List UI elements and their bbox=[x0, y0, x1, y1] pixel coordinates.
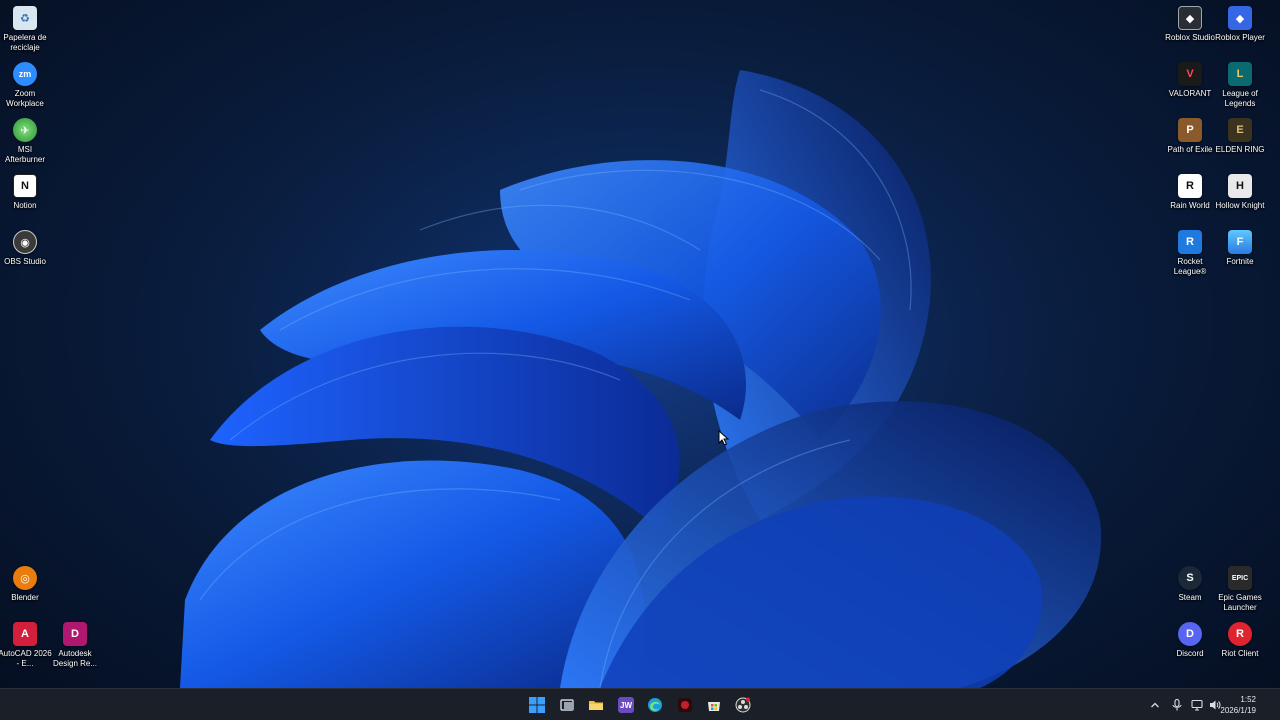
desktop-icon-riot-client[interactable]: R Riot Client bbox=[1212, 622, 1268, 659]
desktop-icon-autodesk-design-review[interactable]: D Autodesk Design Re... bbox=[47, 622, 103, 669]
desktop-icon-label: League of Legends bbox=[1222, 89, 1258, 108]
hollow-knight-icon: H bbox=[1228, 174, 1252, 198]
file-explorer-button[interactable] bbox=[584, 693, 608, 717]
desktop-icon-label: OBS Studio bbox=[4, 257, 46, 266]
fortnite-icon: F bbox=[1228, 230, 1252, 254]
desktop-icon-elden-ring[interactable]: E ELDEN RING bbox=[1212, 118, 1268, 155]
taskbar: JW 1:52 2026/1/19 bbox=[0, 688, 1280, 720]
desktop-icon-label: Rocket League® bbox=[1173, 257, 1207, 276]
start-button[interactable] bbox=[525, 693, 549, 717]
desktop-icon-valorant[interactable]: V VALORANT bbox=[1162, 62, 1218, 99]
desktop-icon-label: Rain World bbox=[1170, 201, 1210, 210]
desktop-icon-label: AutoCAD 2026 - E... bbox=[0, 649, 52, 668]
discord-icon: D bbox=[1178, 622, 1202, 646]
desktop-icon-label: Steam bbox=[1178, 593, 1202, 602]
record-icon bbox=[678, 698, 692, 712]
clock-time: 1:52 bbox=[1240, 695, 1256, 704]
desktop-icon-label: Hollow Knight bbox=[1215, 201, 1265, 210]
msi-afterburner-icon: ✈ bbox=[13, 118, 37, 142]
wallpaper bbox=[120, 0, 1160, 688]
epic-games-icon: EPIC bbox=[1228, 566, 1252, 590]
edge-icon bbox=[648, 698, 662, 712]
jw-app-button[interactable]: JW bbox=[614, 693, 638, 717]
edge-button[interactable] bbox=[643, 693, 667, 717]
desktop-icon-obs-studio[interactable]: ◉ OBS Studio bbox=[0, 230, 53, 267]
desktop-icon-label: Zoom Workplace bbox=[6, 89, 44, 108]
desktop-icon-msi-afterburner[interactable]: ✈ MSI Afterburner bbox=[0, 118, 53, 165]
recycle-bin-icon: ♻ bbox=[13, 6, 37, 30]
chevron-up-icon bbox=[1151, 702, 1159, 708]
tray-overflow-button[interactable] bbox=[1146, 689, 1164, 720]
desktop-icon-blender[interactable]: ◎ Blender bbox=[0, 566, 53, 603]
obs-icon: ◉ bbox=[13, 230, 37, 254]
desktop-icon-epic-games[interactable]: EPIC Epic Games Launcher bbox=[1212, 566, 1268, 613]
store-icon bbox=[708, 702, 720, 711]
desktop-icon-roblox-studio[interactable]: ◆ Roblox Studio bbox=[1162, 6, 1218, 43]
autocad-icon: A bbox=[13, 622, 37, 646]
path-of-exile-icon: P bbox=[1178, 118, 1202, 142]
roblox-player-icon: ◆ bbox=[1228, 6, 1252, 30]
desktop-icon-rain-world[interactable]: R Rain World bbox=[1162, 174, 1218, 211]
desktop-icon-label: Discord bbox=[1176, 649, 1204, 658]
store-button[interactable] bbox=[702, 693, 726, 717]
league-of-legends-icon: L bbox=[1228, 62, 1252, 86]
desktop-icon-label: Blender bbox=[11, 593, 39, 602]
desktop-icon-league-of-legends[interactable]: L League of Legends bbox=[1212, 62, 1268, 109]
task-view-icon bbox=[560, 699, 574, 711]
desktop-icon-path-of-exile[interactable]: P Path of Exile bbox=[1162, 118, 1218, 155]
desktop-icon-label: MSI Afterburner bbox=[4, 145, 46, 164]
desktop-icon-label: Fortnite bbox=[1226, 257, 1254, 266]
roblox-studio-icon: ◆ bbox=[1178, 6, 1202, 30]
blender-icon: ◎ bbox=[13, 566, 37, 590]
zoom-icon: zm bbox=[13, 62, 37, 86]
windows-start-icon bbox=[529, 697, 545, 713]
task-view-button[interactable] bbox=[555, 693, 579, 717]
desktop-icon-recycle-bin[interactable]: ♻ Papelera de reciclaje bbox=[0, 6, 53, 53]
desktop-icon-label: Roblox Player bbox=[1215, 33, 1265, 42]
record-app-button[interactable] bbox=[673, 693, 697, 717]
jw-icon: JW bbox=[618, 697, 634, 713]
rain-world-icon: R bbox=[1178, 174, 1202, 198]
mouse-cursor-icon bbox=[718, 430, 730, 446]
microphone-tray-button[interactable] bbox=[1168, 689, 1186, 720]
desktop-icon-label: Riot Client bbox=[1221, 649, 1259, 658]
clock-date: 2026/1/19 bbox=[1220, 706, 1256, 715]
steam-icon: S bbox=[1178, 566, 1202, 590]
desktop-icon-label: Papelera de reciclaje bbox=[3, 33, 47, 52]
desktop-icon-label: Notion bbox=[13, 201, 37, 210]
network-tray-button[interactable] bbox=[1188, 689, 1206, 720]
desktop-icon-label: ELDEN RING bbox=[1215, 145, 1265, 154]
valorant-icon: V bbox=[1178, 62, 1202, 86]
notion-icon: N bbox=[13, 174, 37, 198]
desktop-icon-autocad[interactable]: A AutoCAD 2026 - E... bbox=[0, 622, 53, 669]
folder-icon bbox=[589, 701, 603, 710]
riot-client-icon: R bbox=[1228, 622, 1252, 646]
network-icon bbox=[1191, 699, 1203, 711]
desktop-icon-roblox-player[interactable]: ◆ Roblox Player bbox=[1212, 6, 1268, 43]
desktop-icon-hollow-knight[interactable]: H Hollow Knight bbox=[1212, 174, 1268, 211]
desktop-icon-discord[interactable]: D Discord bbox=[1162, 622, 1218, 659]
desktop-icon-steam[interactable]: S Steam bbox=[1162, 566, 1218, 603]
desktop-icon-label: Autodesk Design Re... bbox=[52, 649, 98, 668]
obs-icon bbox=[735, 697, 751, 713]
rocket-league-icon: R bbox=[1178, 230, 1202, 254]
elden-ring-icon: E bbox=[1228, 118, 1252, 142]
desktop-icon-fortnite[interactable]: F Fortnite bbox=[1212, 230, 1268, 267]
desktop-icon-label: Path of Exile bbox=[1167, 145, 1213, 154]
desktop-icon-notion[interactable]: N Notion bbox=[0, 174, 53, 211]
clock[interactable]: 1:52 2026/1/19 bbox=[1206, 694, 1256, 716]
autodesk-design-review-icon: D bbox=[63, 622, 87, 646]
desktop-icon-label: Roblox Studio bbox=[1165, 33, 1215, 42]
desktop-icon-zoom[interactable]: zm Zoom Workplace bbox=[0, 62, 53, 109]
microphone-icon bbox=[1172, 699, 1182, 711]
desktop-icon-label: VALORANT bbox=[1168, 89, 1212, 98]
desktop-icon-label: Epic Games Launcher bbox=[1218, 593, 1262, 612]
desktop-icon-rocket-league[interactable]: R Rocket League® bbox=[1162, 230, 1218, 277]
obs-taskbar-button[interactable] bbox=[731, 693, 755, 717]
